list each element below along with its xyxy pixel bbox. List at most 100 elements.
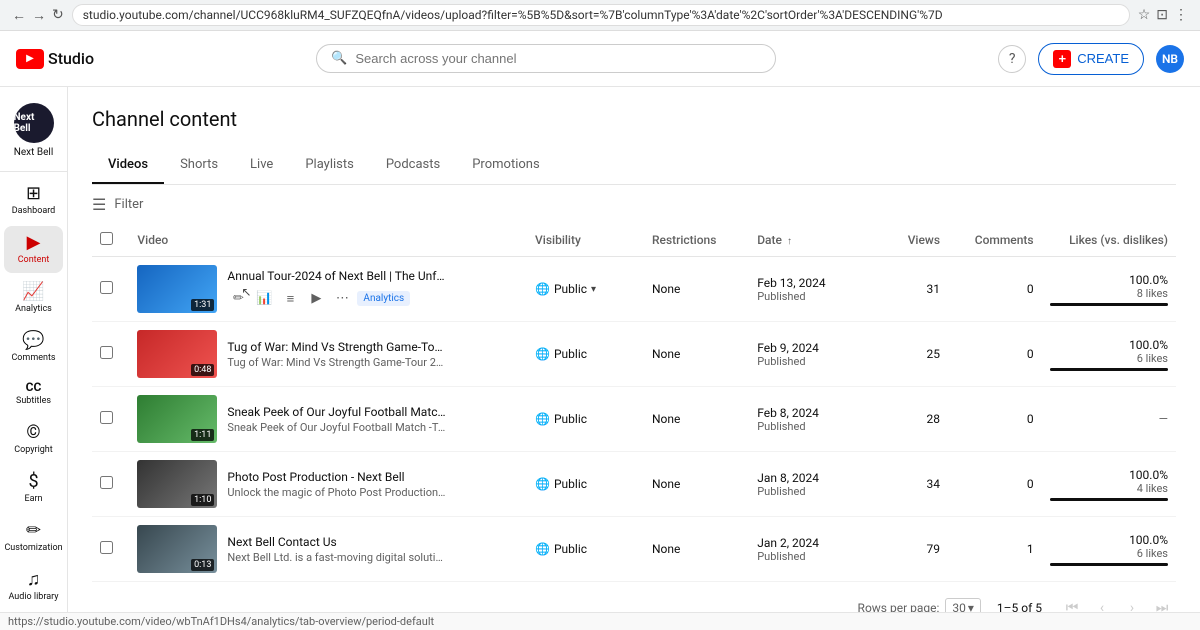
main-content: Channel content Videos Shorts Live Playl… xyxy=(68,87,1200,612)
video-thumbnail[interactable]: 1:10 xyxy=(137,460,217,508)
comments-cell: 0 xyxy=(948,387,1042,452)
reload-icon[interactable]: ↻ xyxy=(52,7,64,23)
sidebar-item-customization[interactable]: ✏ Customization xyxy=(4,514,63,561)
tab-playlists[interactable]: Playlists xyxy=(289,147,369,184)
video-cell: 0:13 Next Bell Contact Us Next Bell Ltd.… xyxy=(137,525,519,573)
row-checkbox[interactable] xyxy=(100,411,113,424)
restrictions-cell: None xyxy=(644,517,749,582)
tab-podcasts[interactable]: Podcasts xyxy=(370,147,456,184)
url-field[interactable]: studio.youtube.com/channel/UCC968kluRM4_… xyxy=(72,4,1130,26)
likes-bar-wrap xyxy=(1050,563,1168,566)
sidebar-item-copyright[interactable]: © Copyright xyxy=(4,416,63,463)
create-button[interactable]: CREATE xyxy=(1038,43,1144,75)
date-published: Published xyxy=(757,420,870,433)
likes-bar xyxy=(1050,563,1168,566)
video-desc: Unlock the magic of Photo Post Productio… xyxy=(227,486,447,499)
content-icon: ▶ xyxy=(27,234,41,252)
sidebar-item-subtitles[interactable]: CC Subtitles xyxy=(4,373,63,414)
extension-icon[interactable]: ⊡ xyxy=(1156,7,1168,23)
back-icon[interactable]: ← xyxy=(12,7,26,24)
video-desc: Tug of War: Mind Vs Strength Game-Tour 2… xyxy=(227,356,447,369)
sidebar-item-label-customization: Customization xyxy=(4,543,62,553)
video-info: Sneak Peek of Our Joyful Football Match … xyxy=(227,405,519,434)
visibility-cell[interactable]: 🌐 Public ▾ xyxy=(535,282,636,296)
tab-videos[interactable]: Videos xyxy=(92,147,164,184)
video-cell: 1:31 Annual Tour-2024 of Next Bell | The… xyxy=(137,265,519,313)
likes-cell: — xyxy=(1042,387,1176,452)
more-options-button[interactable]: ⋯ xyxy=(331,287,353,309)
likes-count: 6 likes xyxy=(1050,547,1168,560)
bar-chart-button[interactable]: 📊 xyxy=(253,287,275,309)
rows-per-page: Rows per page: 30 ▾ xyxy=(858,598,981,612)
row-checkbox[interactable] xyxy=(100,346,113,359)
video-title: Photo Post Production - Next Bell xyxy=(227,470,447,484)
sidebar-item-label-comments: Comments xyxy=(11,353,55,363)
youtube-button[interactable]: ▶ xyxy=(305,287,327,309)
subtitle-button[interactable]: ≡ xyxy=(279,287,301,309)
row-checkbox[interactable] xyxy=(100,476,113,489)
channel-logo-text: Next Bell xyxy=(14,112,54,134)
row-checkbox[interactable] xyxy=(100,541,113,554)
video-title: Annual Tour-2024 of Next Bell | The Unfo… xyxy=(227,269,447,283)
sidebar-item-dashboard[interactable]: ⊞ Dashboard xyxy=(4,177,63,224)
visibility-cell[interactable]: 🌐 Public xyxy=(535,347,636,361)
page-info: 1–5 of 5 xyxy=(997,601,1042,612)
filter-icon[interactable]: ☰ xyxy=(92,195,106,214)
video-thumbnail[interactable]: 1:31 xyxy=(137,265,217,313)
help-button[interactable]: ? xyxy=(998,45,1026,73)
cursor-overlay: ✏ ↖ xyxy=(227,287,249,309)
col-header-date[interactable]: Date ↑ xyxy=(749,224,878,257)
views-cell: 34 xyxy=(878,452,948,517)
likes-bar-wrap xyxy=(1050,368,1168,371)
public-icon: 🌐 xyxy=(535,542,550,556)
date-value: Jan 2, 2024 xyxy=(757,536,870,550)
dashboard-icon: ⊞ xyxy=(26,185,41,203)
likes-count: 8 likes xyxy=(1050,287,1168,300)
search-input[interactable] xyxy=(355,51,761,66)
rows-per-page-select[interactable]: 30 ▾ xyxy=(945,598,981,612)
search-box[interactable]: 🔍 xyxy=(316,44,776,73)
sidebar-channel[interactable]: Next Bell Next Bell xyxy=(0,95,67,172)
visibility-cell[interactable]: 🌐 Public xyxy=(535,542,636,556)
url-bar: ← → ↻ studio.youtube.com/channel/UCC968k… xyxy=(0,0,1200,31)
video-thumbnail[interactable]: 0:48 xyxy=(137,330,217,378)
channel-logo: Next Bell xyxy=(14,103,54,143)
menu-icon[interactable]: ⋮ xyxy=(1174,7,1188,23)
tab-live[interactable]: Live xyxy=(234,147,289,184)
date-cell: Feb 13, 2024 Published xyxy=(749,257,878,322)
sidebar-item-analytics[interactable]: 📈 Analytics xyxy=(4,275,63,322)
avatar[interactable]: NB xyxy=(1156,45,1184,73)
col-header-restrictions: Restrictions xyxy=(644,224,749,257)
tab-promotions[interactable]: Promotions xyxy=(456,147,555,184)
public-icon: 🌐 xyxy=(535,477,550,491)
next-page-button[interactable]: › xyxy=(1118,594,1146,612)
first-page-button[interactable]: ⏮ xyxy=(1058,594,1086,612)
prev-page-button[interactable]: ‹ xyxy=(1088,594,1116,612)
tab-shorts[interactable]: Shorts xyxy=(164,147,234,184)
sidebar-item-earn[interactable]: $ Earn xyxy=(4,465,63,512)
forward-icon[interactable]: → xyxy=(32,7,46,24)
views-cell: 28 xyxy=(878,387,948,452)
filter-label[interactable]: Filter xyxy=(114,197,143,212)
pen-cursor-indicator: ↖ xyxy=(241,285,251,299)
select-all-checkbox[interactable] xyxy=(100,232,113,245)
rows-per-page-value: 30 xyxy=(952,601,966,612)
visibility-cell[interactable]: 🌐 Public xyxy=(535,412,636,426)
col-header-video: Video xyxy=(129,224,527,257)
sidebar-item-audio-library[interactable]: ♫ Audio library xyxy=(4,563,63,610)
visibility-value: Public xyxy=(554,412,587,426)
sidebar-item-comments[interactable]: 💬 Comments xyxy=(4,324,63,371)
visibility-cell[interactable]: 🌐 Public xyxy=(535,477,636,491)
youtube-logo[interactable]: Studio xyxy=(16,49,94,69)
video-thumbnail[interactable]: 1:11 xyxy=(137,395,217,443)
bookmark-icon[interactable]: ☆ xyxy=(1138,7,1151,23)
sidebar-item-content[interactable]: ▶ Content xyxy=(4,226,63,273)
last-page-button[interactable]: ⏭ xyxy=(1148,594,1176,612)
row-checkbox[interactable] xyxy=(100,281,113,294)
audio-library-icon: ♫ xyxy=(27,571,41,589)
video-thumbnail[interactable]: 0:13 xyxy=(137,525,217,573)
date-value: Feb 9, 2024 xyxy=(757,341,870,355)
browser-nav-icons[interactable]: ← → ↻ xyxy=(12,7,64,24)
subtitles-icon: CC xyxy=(26,381,42,393)
create-label: CREATE xyxy=(1077,51,1129,66)
